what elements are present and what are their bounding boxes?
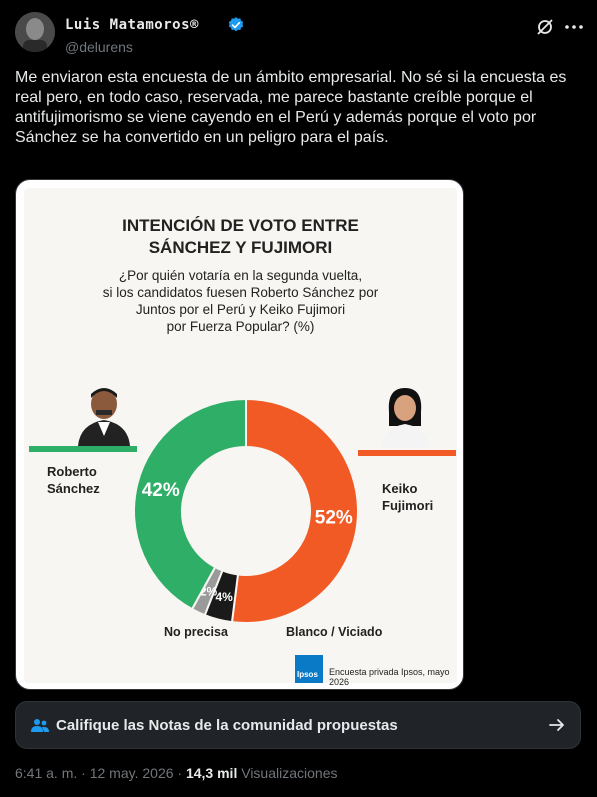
fujimori-name-line1: Keiko [382,481,418,496]
poll-question-line3: Juntos por el Perú y Keiko Fujimori [135,302,346,317]
poll-question: ¿Por quién votaría en la segunda vuelta,… [64,267,417,335]
tweet-text: Me enviaron esta encuesta de un ámbito e… [15,69,567,146]
poll-question-line2: si los candidatos fuesen Roberto Sánchez… [102,285,379,300]
tweet-meta: 6:41 a. m. · 12 may. 2026 · 14,3 mil Vis… [15,765,337,781]
donut-chart: 52%4%2%42% [133,397,359,623]
fujimori-photo [377,382,433,448]
author-name[interactable]: Luis Matamoros® [65,17,199,33]
grok-icon[interactable] [535,17,555,37]
meta-separator-1: · [81,765,86,781]
poll-title: INTENCIÓN DE VOTO ENTRE SÁNCHEZ Y FUJIMO… [24,215,457,259]
fujimori-name: Keiko Fujimori [382,480,433,514]
fujimori-name-line2: Fujimori [382,498,434,513]
views-count: 14,3 mil [185,765,238,781]
tweet-time[interactable]: 6:41 a. m. [15,765,77,781]
poll-title-line1: INTENCIÓN DE VOTO ENTRE [122,216,359,235]
poll-title-line2: SÁNCHEZ Y FUJIMORI [148,238,333,257]
poll-question-line4: por Fuerza Popular? (%) [166,319,315,334]
verified-badge-icon[interactable] [227,16,245,34]
community-notes-button[interactable]: Califique las Notas de la comunidad prop… [15,701,581,749]
arrow-right-icon [548,716,566,734]
community-notes-label: Califique las Notas de la comunidad prop… [56,717,398,734]
views-label: Visualizaciones [241,765,338,781]
sanchez-name-line2: Sánchez [47,481,100,496]
tweet-header: Luis Matamoros® @delurens [15,12,585,56]
tweet-image[interactable]: INTENCIÓN DE VOTO ENTRE SÁNCHEZ Y FUJIMO… [15,179,464,690]
avatar[interactable] [15,12,55,52]
sanchez-name: Roberto Sánchez [47,463,100,497]
donut-label-3: 42% [142,480,180,501]
community-notes-icon [30,716,50,736]
poll-source: Encuesta privada Ipsos, mayo 2026 [329,667,450,687]
donut-label-1: 4% [215,590,233,604]
ipsos-logo: Ipsos [295,655,323,683]
label-blanco-viciado: Blanco / Viciado [286,625,383,639]
meta-separator-2: · [177,765,183,781]
donut-label-0: 52% [315,508,353,529]
author-handle[interactable]: @delurens [65,39,133,55]
poll-question-line1: ¿Por quién votaría en la segunda vuelta, [118,268,363,283]
poll-graphic: INTENCIÓN DE VOTO ENTRE SÁNCHEZ Y FUJIMO… [24,188,457,687]
more-icon[interactable] [563,17,585,37]
label-no-precisa: No precisa [164,625,228,639]
ipsos-logo-text: Ipsos [297,670,318,679]
sanchez-name-line1: Roberto [47,464,97,479]
tweet-date[interactable]: 12 may. 2026 [90,765,174,781]
